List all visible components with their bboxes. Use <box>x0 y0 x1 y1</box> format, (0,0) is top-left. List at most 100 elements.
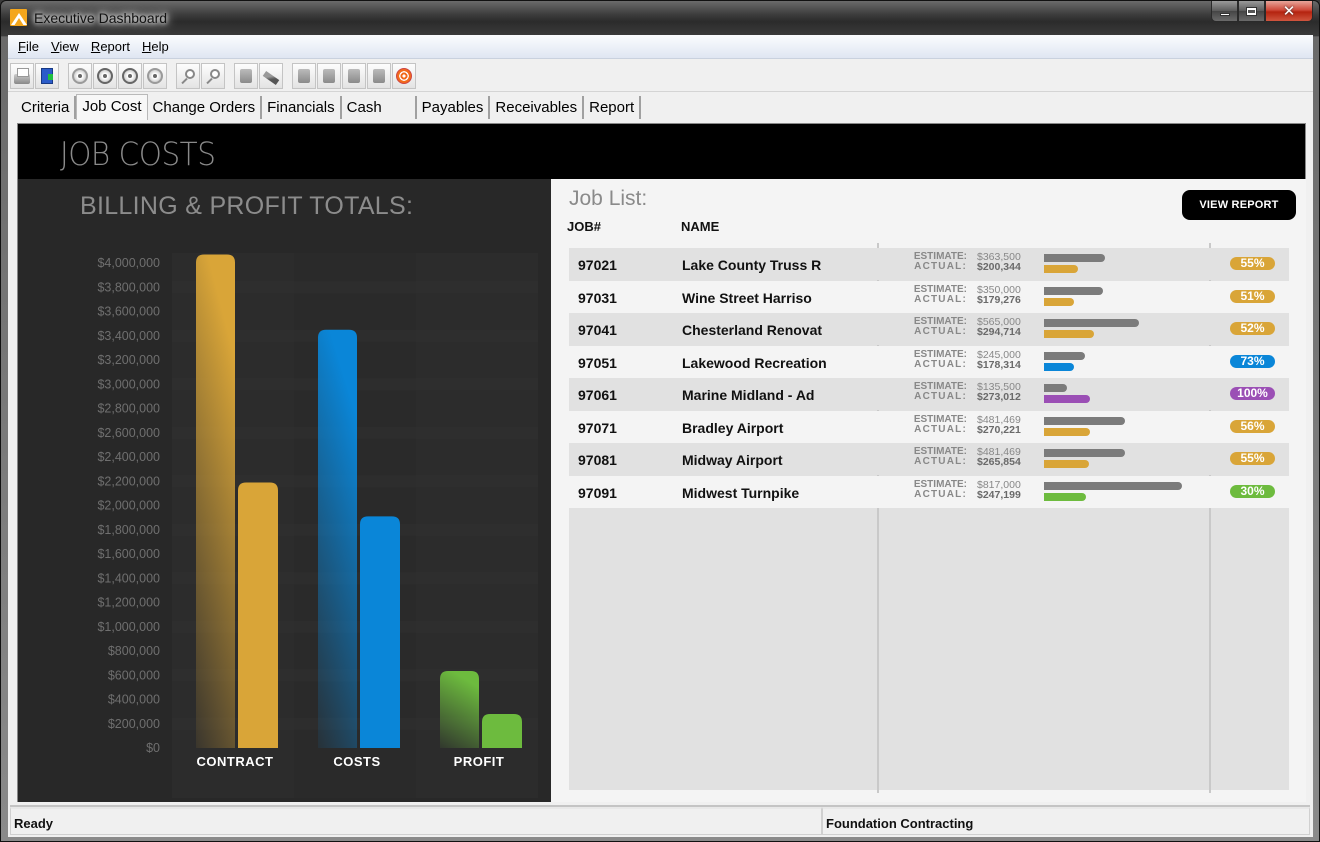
estimate-label: ESTIMATE: <box>913 413 967 425</box>
estimate-actual-values: $135,500 $273,012 <box>977 382 1021 403</box>
add-record-icon <box>323 68 335 83</box>
bar-estimate-costs <box>318 329 357 748</box>
actual-value: $178,314 <box>977 358 1021 371</box>
remove-record-button[interactable] <box>342 62 366 89</box>
goal-target-button[interactable] <box>392 62 416 89</box>
tab-financials[interactable]: Financials <box>262 96 342 119</box>
tab-job-cost[interactable]: Job Cost <box>76 94 148 120</box>
tab-report[interactable]: Report <box>584 96 642 119</box>
header-band: JOB COSTS <box>18 124 1305 179</box>
estimate-bar <box>1044 351 1085 360</box>
job-row[interactable]: 97021 Lake County Truss R ESTIMATE: ACTU… <box>569 248 1289 280</box>
y-tick-label: $800,000 <box>108 644 160 658</box>
estimate-actual-labels: ESTIMATE: ACTUAL: <box>889 478 967 500</box>
actual-bar <box>1044 362 1074 371</box>
y-tick-label: $1,800,000 <box>97 523 160 537</box>
title-bar[interactable]: Executive Dashboard ✕ <box>1 1 1319 35</box>
y-tick-label: $1,000,000 <box>97 620 160 634</box>
actual-bar <box>1044 265 1078 273</box>
job-row[interactable]: 97081 Midway Airport ESTIMATE: ACTUAL: $… <box>569 443 1289 475</box>
tab-receivables[interactable]: Receivables <box>490 96 585 119</box>
clear-button[interactable] <box>259 62 283 89</box>
maximize-button[interactable] <box>1238 1 1265 22</box>
actual-bar <box>1044 395 1090 403</box>
next-record-icon <box>122 67 138 84</box>
job-row[interactable]: 97051 Lakewood Recreation ESTIMATE: ACTU… <box>569 345 1289 378</box>
y-tick-label: $0 <box>146 741 160 755</box>
toolbar <box>8 60 1313 92</box>
percent-badge: 73% <box>1230 354 1275 368</box>
estimate-bar <box>1044 254 1105 262</box>
actual-bar <box>1044 297 1074 306</box>
zoom-in-button[interactable] <box>176 62 200 89</box>
job-name: Chesterland Renovat <box>682 322 823 338</box>
tab-change-orders[interactable]: Change Orders <box>148 96 263 119</box>
exit-icon <box>41 67 53 84</box>
previous-record-button[interactable] <box>93 62 117 89</box>
estimate-bar <box>1044 319 1139 327</box>
last-record-button[interactable] <box>143 62 167 89</box>
exit-button[interactable] <box>35 62 59 89</box>
actual-bar <box>1044 330 1094 338</box>
job-row[interactable]: 97091 Midwest Turnpike ESTIMATE: ACTUAL:… <box>569 475 1289 508</box>
tab-payables[interactable]: Payables <box>417 96 491 119</box>
estimate-actual-values: $363,500 $200,344 <box>977 252 1021 273</box>
actual-label: ACTUAL: <box>914 423 967 435</box>
job-row[interactable]: 97061 Marine Midland - Ad ESTIMATE: ACTU… <box>569 378 1289 410</box>
status-text: Ready <box>10 807 822 835</box>
last-record-icon <box>147 67 163 84</box>
job-row[interactable]: 97071 Bradley Airport ESTIMATE: ACTUAL: … <box>569 410 1289 443</box>
next-record-button[interactable] <box>118 62 142 89</box>
menu-help[interactable]: Help <box>136 39 175 54</box>
view-report-button[interactable]: VIEW REPORT <box>1182 190 1296 220</box>
y-tick-label: $1,600,000 <box>97 547 160 561</box>
percent-badge: 52% <box>1230 322 1275 335</box>
job-name: Lakewood Recreation <box>682 354 827 371</box>
job-number: 97021 <box>578 257 617 273</box>
tab-cash[interactable]: Cash <box>342 96 417 119</box>
job-row[interactable]: 97031 Wine Street Harriso ESTIMATE: ACTU… <box>569 280 1289 313</box>
y-tick-label: $200,000 <box>108 717 160 731</box>
job-cost-panel: JOB COSTS $0 $200,000 $400,000 $600,000 $800… <box>17 123 1306 802</box>
actual-label: ACTUAL: <box>914 488 967 500</box>
job-number: 97061 <box>578 387 617 403</box>
y-tick-label: $2,800,000 <box>97 402 160 416</box>
tab-criteria[interactable]: Criteria <box>16 96 77 119</box>
minimize-button[interactable] <box>1211 1 1238 22</box>
y-tick-label: $2,400,000 <box>97 450 160 464</box>
window-controls: ✕ <box>1211 1 1313 23</box>
estimate-value: $817,000 <box>977 478 1021 491</box>
first-record-button[interactable] <box>68 62 92 89</box>
export-button[interactable] <box>234 62 258 89</box>
y-tick-label: $3,400,000 <box>97 329 160 343</box>
print-button[interactable] <box>10 62 34 89</box>
edit-record-button[interactable] <box>292 62 316 89</box>
estimate-bar <box>1044 384 1067 392</box>
app-logo-icon <box>10 9 27 26</box>
job-name: Bradley Airport <box>682 419 784 436</box>
add-record-button[interactable] <box>317 62 341 89</box>
estimate-value: $245,000 <box>977 348 1021 361</box>
y-tick-label: $2,200,000 <box>97 474 160 488</box>
job-row[interactable]: 97041 Chesterland Renovat ESTIMATE: ACTU… <box>569 313 1289 345</box>
delete-record-button[interactable] <box>367 62 391 89</box>
estimate-bar <box>1044 449 1125 457</box>
menu-file[interactable]: File <box>12 39 45 54</box>
billing-profit-chart-panel: $0 $200,000 $400,000 $600,000 $800,000 $1,000… <box>18 179 551 802</box>
chart-title: BILLING & PROFIT TOTALS: <box>80 192 414 220</box>
tab-strip: Criteria Job Cost Change Orders Financials C… <box>16 94 642 120</box>
y-tick-label: $3,600,000 <box>97 305 160 319</box>
menu-report[interactable]: Report <box>85 39 136 54</box>
close-button[interactable]: ✕ <box>1265 1 1313 22</box>
zoom-out-button[interactable] <box>201 62 225 89</box>
job-name: Wine Street Harriso <box>682 289 812 306</box>
y-tick-label: $400,000 <box>108 693 160 707</box>
estimate-label: ESTIMATE: <box>913 478 967 490</box>
column-header-job[interactable]: JOB# <box>567 219 601 234</box>
column-header-name[interactable]: NAME <box>681 219 719 234</box>
print-icon <box>14 67 30 84</box>
x-category-label: PROFIT <box>454 754 505 769</box>
y-tick-label: $600,000 <box>108 668 160 682</box>
estimate-actual-labels: ESTIMATE: ACTUAL: <box>889 252 967 272</box>
menu-view[interactable]: View <box>45 39 85 54</box>
